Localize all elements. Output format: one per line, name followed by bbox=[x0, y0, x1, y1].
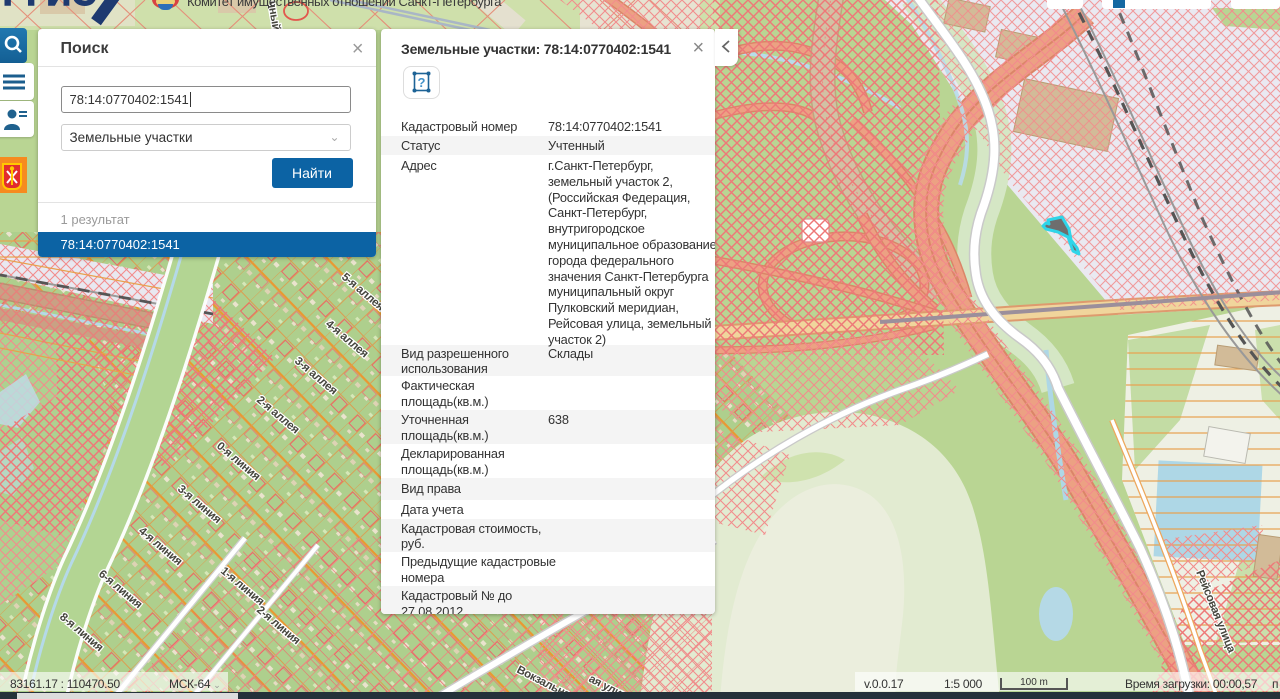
svg-text:?: ? bbox=[418, 75, 426, 90]
